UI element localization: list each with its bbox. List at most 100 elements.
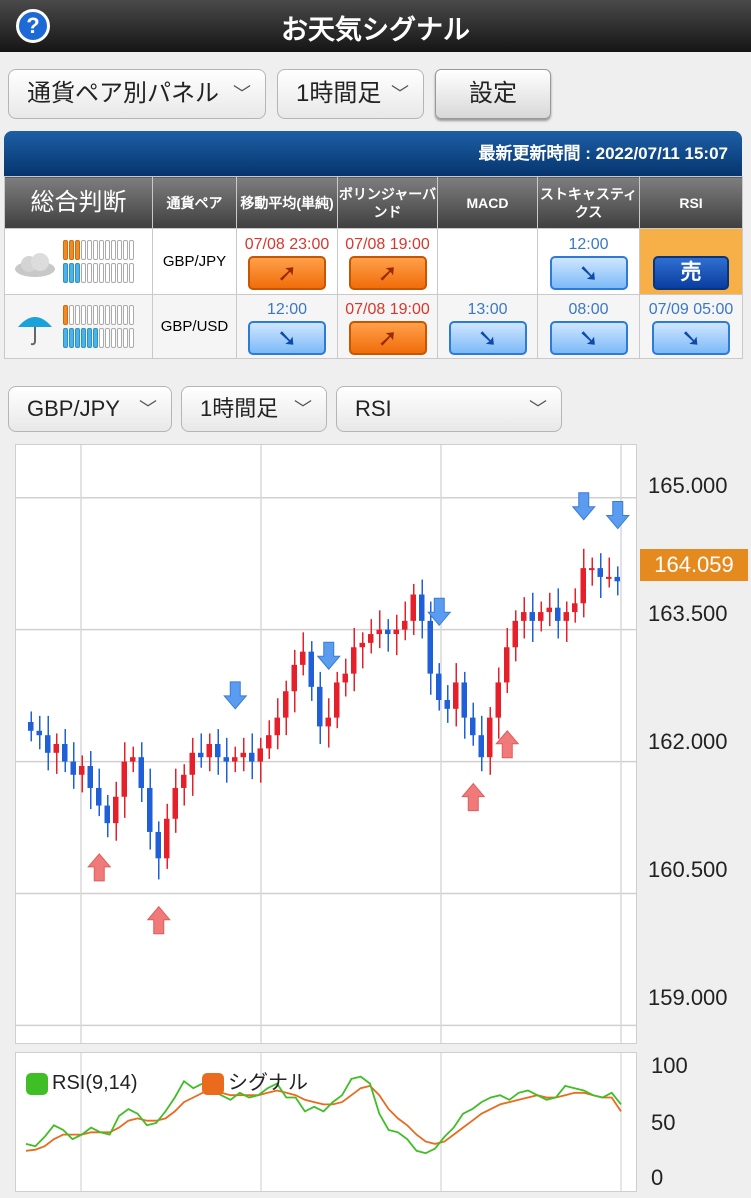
- candle-body: [45, 735, 51, 753]
- candle-body: [266, 735, 272, 749]
- chevron-down-icon: ﹀: [529, 399, 547, 419]
- last-updated: 最新更新時間 : 2022/07/11 15:07: [4, 131, 742, 176]
- candle-body: [410, 594, 416, 621]
- header-sma: 移動平均(単純): [236, 176, 338, 229]
- y-tick-label: 163.500: [648, 601, 728, 626]
- candle-body: [53, 744, 59, 753]
- candle-body: [538, 612, 544, 621]
- signal-cell[interactable]: 13:00 ➘: [437, 294, 538, 359]
- candle-body: [104, 805, 110, 824]
- signal-time: 07/09 05:00: [648, 300, 734, 318]
- candle-body: [325, 717, 331, 727]
- candle-body: [589, 568, 595, 571]
- signal-time: 07/08 19:00: [345, 300, 430, 318]
- chevron-down-icon: ﹀: [391, 84, 409, 104]
- signal-time: 12:00: [568, 235, 609, 253]
- candle-body: [172, 787, 178, 819]
- sell-badge: 売: [653, 255, 729, 290]
- candle-body: [79, 765, 85, 775]
- candle-body: [113, 796, 119, 824]
- up-arrow-icon: ➚: [248, 255, 326, 290]
- signal-cell[interactable]: [437, 228, 538, 295]
- rsi-tick-label: 50: [651, 1110, 676, 1135]
- chart-timeframe-select[interactable]: 1時間足 ﹀: [181, 386, 327, 432]
- candle-body: [555, 607, 561, 621]
- price-chart[interactable]: [15, 444, 637, 1044]
- price-chart-svg: [16, 445, 636, 1043]
- signal-cell[interactable]: 07/08 19:00 ➚: [337, 294, 438, 359]
- candle-body: [147, 787, 153, 832]
- candle-body: [470, 717, 476, 736]
- panel-select[interactable]: 通貨ペア別パネル ﹀: [8, 69, 266, 119]
- candle-body: [563, 612, 569, 621]
- candle-body: [351, 647, 357, 674]
- legend-label-signal: シグナル: [228, 1072, 308, 1094]
- chevron-down-icon: ﹀: [294, 399, 312, 419]
- overall-cell: [4, 294, 153, 359]
- sell-signal-arrow: [571, 492, 596, 521]
- down-arrow-icon: ➘: [549, 255, 628, 290]
- up-arrow-icon: ➚: [348, 320, 427, 355]
- y-tick-label: 159.000: [648, 985, 728, 1010]
- legend-label-rsi: RSI(9,14): [52, 1072, 138, 1094]
- down-arrow-icon: ➘: [549, 320, 628, 355]
- candle-body: [521, 612, 527, 621]
- y-tick-label: 162.000: [648, 729, 728, 754]
- candle-body: [62, 744, 68, 762]
- candle-body: [198, 752, 204, 758]
- candle-body: [512, 620, 518, 648]
- candle-body: [291, 664, 297, 692]
- sell-signal-arrow: [316, 641, 341, 671]
- signal-cell[interactable]: 07/08 23:00 ➚: [236, 228, 338, 295]
- signal-time: 12:00: [266, 300, 308, 318]
- header-rsi: RSI: [639, 176, 743, 229]
- signal-cell[interactable]: 12:00 ➘: [236, 294, 338, 359]
- signal-cell[interactable]: 売: [639, 228, 743, 295]
- candle-body: [402, 620, 408, 630]
- candle-body: [385, 629, 391, 635]
- page-title: お天気シグナル: [281, 15, 470, 45]
- header-stochastics: ストキャスティクス: [537, 176, 640, 229]
- candle-body: [334, 682, 340, 718]
- signal-cell[interactable]: 08:00 ➘: [537, 294, 640, 359]
- candle-body: [529, 612, 535, 621]
- pair-label: GBP/USD: [152, 294, 237, 359]
- signal-cell[interactable]: 12:00 ➘: [537, 228, 640, 295]
- signal-time: 08:00: [568, 300, 609, 318]
- candle-body: [376, 629, 382, 635]
- candle-body: [546, 607, 552, 613]
- rsi-chart[interactable]: RSI(9,14) シグナル: [15, 1052, 637, 1192]
- candle-body: [138, 757, 144, 788]
- candle-body: [130, 757, 136, 762]
- candle-body: [121, 761, 127, 797]
- candle-body: [453, 682, 459, 709]
- signal-cell[interactable]: 07/09 05:00 ➘: [639, 294, 743, 359]
- down-arrow-icon: ➘: [652, 320, 730, 355]
- table-row[interactable]: GBP/USD 12:00 ➘ 07/08 19:00 ➚ 13:00 ➘ 08:00…: [4, 294, 743, 359]
- signal-table: 総合判断 通貨ペア 移動平均(単純) ボリンジャーバンド MACD ストキャステ…: [4, 176, 743, 359]
- candle-body: [580, 568, 586, 604]
- signal-cell[interactable]: 07/08 19:00 ➚: [337, 228, 438, 295]
- down-arrow-icon: ➘: [448, 320, 527, 355]
- candle-body: [317, 686, 323, 727]
- up-arrow-icon: ➚: [348, 255, 427, 290]
- legend-swatch-signal: [202, 1072, 224, 1095]
- settings-button[interactable]: 設定: [435, 69, 551, 119]
- panel-select-value: 通貨ペア別パネル: [27, 80, 219, 107]
- candle-body: [70, 761, 76, 775]
- signal-time: 07/08 23:00: [244, 235, 330, 253]
- pair-select[interactable]: GBP/JPY ﹀: [8, 386, 172, 432]
- candle-body: [368, 634, 374, 643]
- table-row[interactable]: GBP/JPY 07/08 23:00 ➚ 07/08 19:00 ➚ 12:00 ➘…: [4, 228, 743, 295]
- candle-body: [240, 752, 246, 758]
- chart-timeframe-value: 1時間足: [200, 396, 279, 421]
- y-tick-label: 160.500: [648, 857, 728, 882]
- timeframe-select-value: 1時間足: [296, 80, 382, 107]
- header-macd: MACD: [437, 176, 538, 229]
- header-pair: 通貨ペア: [152, 176, 237, 229]
- timeframe-select[interactable]: 1時間足 ﹀: [277, 69, 424, 119]
- candle-body: [155, 831, 161, 859]
- candle-body: [206, 744, 212, 758]
- app-header: ? お天気シグナル: [0, 0, 751, 52]
- indicator-select[interactable]: RSI ﹀: [336, 386, 562, 432]
